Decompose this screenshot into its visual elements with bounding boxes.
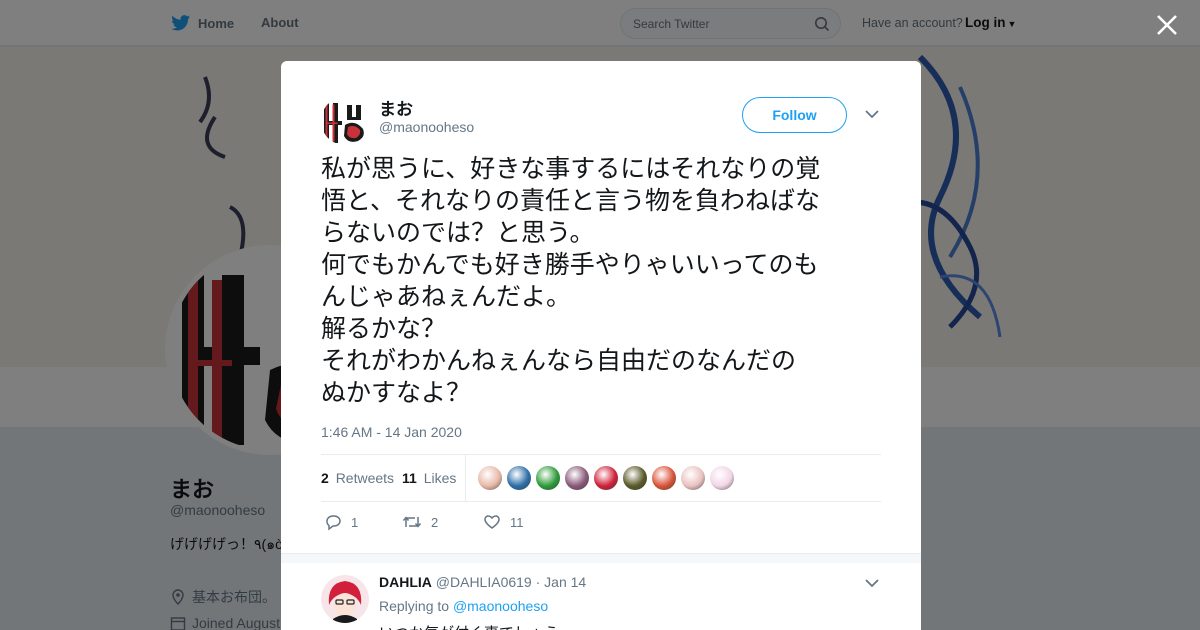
tweet-modal: まお @maonooheso Follow 私が思うに、好きな事するにはそれなり…	[281, 61, 921, 630]
retweet-icon	[402, 516, 422, 528]
retweets-label: Retweets	[335, 470, 395, 486]
tweet-actions: 1 2 11	[321, 513, 621, 533]
retweets-stat[interactable]: 2 Retweets	[321, 470, 394, 486]
liker-avatars	[478, 466, 739, 490]
chevron-down-icon[interactable]	[864, 577, 880, 589]
author-handle[interactable]: @maonooheso	[379, 119, 474, 135]
tweet-stats: 2 Retweets 11 Likes	[321, 454, 881, 502]
liker-avatar[interactable]	[710, 466, 734, 490]
liker-avatar[interactable]	[652, 466, 676, 490]
reply-button[interactable]: 1	[324, 513, 358, 531]
stats-divider	[465, 455, 466, 501]
tweet-timestamp[interactable]: 1:46 AM - 14 Jan 2020	[321, 424, 462, 440]
like-button[interactable]: 11	[483, 513, 524, 531]
retweet-count: 2	[431, 514, 439, 530]
tweet-line: ぬかすなよ？	[321, 378, 472, 407]
liker-avatar[interactable]	[507, 466, 531, 490]
replying-to: Replying to @maonooheso	[379, 598, 548, 614]
author-logo-icon	[324, 103, 364, 143]
liker-avatar[interactable]	[536, 466, 560, 490]
close-icon[interactable]	[1155, 13, 1179, 37]
tweet-line: 悟と、それなりの責任と言う物を負わねばな	[321, 186, 821, 215]
liker-avatar[interactable]	[594, 466, 618, 490]
reply-count: 1	[351, 514, 359, 530]
tweet-line: 解るかな？	[321, 314, 447, 343]
liker-avatar[interactable]	[565, 466, 589, 490]
chevron-down-icon[interactable]	[864, 108, 880, 120]
tweet-line: らないのでは？と思う。	[321, 218, 595, 247]
reply-text: いつか気が付く事でしょう	[379, 622, 559, 630]
author-avatar[interactable]	[321, 97, 369, 145]
likes-label: Likes	[423, 470, 457, 486]
retweets-count: 2	[321, 470, 329, 486]
reply-avatar[interactable]	[321, 575, 369, 623]
reply-separator	[281, 553, 921, 563]
like-count: 11	[510, 514, 524, 530]
reply-author-name[interactable]: DAHLIA	[379, 574, 432, 590]
replying-to-label: Replying to	[379, 598, 450, 614]
reply-author-handle[interactable]: @DAHLIA0619	[436, 574, 532, 590]
heart-icon	[484, 515, 500, 529]
likes-count: 11	[402, 470, 417, 486]
tweet-line: それがわかんねぇんなら自由だのなんだの	[321, 346, 797, 375]
tweet-text: 私が思うに、好きな事するにはそれなりの覚 悟と、それなりの責任と言う物を負わねば…	[321, 153, 891, 409]
liker-avatar[interactable]	[623, 466, 647, 490]
tweet-line: んじゃあねぇんだよ。	[321, 282, 572, 311]
reply-avatar-image	[321, 575, 369, 623]
author-name[interactable]: まお	[379, 95, 413, 120]
tweet-line: 私が思うに、好きな事するにはそれなりの覚	[321, 154, 821, 183]
tweet-line: 何でもかんでも好き勝手やりゃいいってのも	[321, 250, 819, 279]
reply-date[interactable]: · Jan 14	[536, 574, 587, 590]
likes-stat[interactable]: 11 Likes	[402, 470, 456, 486]
follow-button[interactable]: Follow	[742, 97, 847, 133]
reply-header: DAHLIA @DAHLIA0619 · Jan 14	[379, 574, 586, 590]
liker-avatar[interactable]	[681, 466, 705, 490]
liker-avatar[interactable]	[478, 466, 502, 490]
retweet-button[interactable]: 2	[402, 513, 438, 531]
reply-icon	[326, 515, 341, 531]
replying-to-link[interactable]: @maonooheso	[453, 598, 548, 614]
